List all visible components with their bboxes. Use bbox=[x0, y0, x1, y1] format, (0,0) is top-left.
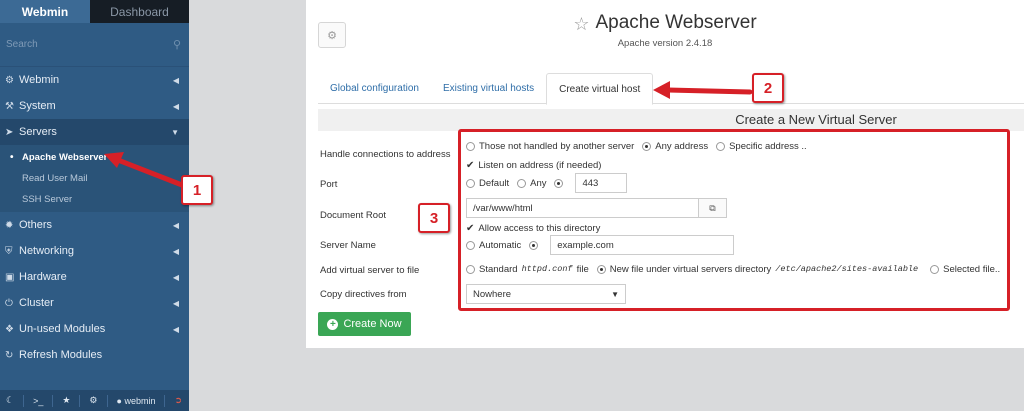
menu-label: Un-used Modules bbox=[19, 323, 106, 335]
sidebar: Webmin Dashboard ⚲ ⚙ Webmin ◀ ⚒ System ◀ ➤ Se… bbox=[0, 0, 189, 411]
annotation-highlight-box bbox=[458, 129, 1010, 311]
shield-icon: ⛨ bbox=[5, 245, 13, 257]
user-name: webmin bbox=[124, 395, 156, 406]
menu-label: Webmin bbox=[19, 74, 60, 86]
label-copy-directives: Copy directives from bbox=[320, 289, 407, 300]
menu-label: Hardware bbox=[19, 271, 67, 283]
chevron-left-icon: ◀ bbox=[172, 272, 179, 282]
terminal-icon[interactable]: >_ bbox=[33, 396, 43, 406]
sub-item-label: SSH Server bbox=[22, 194, 73, 205]
label-add-to-file: Add virtual server to file bbox=[320, 265, 420, 276]
form-heading: Create a New Virtual Server bbox=[318, 109, 1024, 131]
create-now-button[interactable]: + Create Now bbox=[318, 312, 411, 336]
label-server-name: Server Name bbox=[320, 240, 376, 251]
chevron-left-icon: ◀ bbox=[172, 75, 179, 85]
label-document-root: Document Root bbox=[320, 210, 387, 221]
menu-cluster[interactable]: ⏻ Cluster ◀ bbox=[0, 290, 189, 316]
menu-label: System bbox=[19, 100, 56, 112]
chevron-left-icon: ◀ bbox=[172, 324, 179, 334]
moon-icon[interactable]: ☾ bbox=[6, 395, 14, 406]
cogs-icon[interactable]: ⚙ bbox=[89, 395, 97, 406]
menu-servers[interactable]: ➤ Servers ▼ bbox=[0, 119, 189, 145]
search-input[interactable] bbox=[6, 39, 173, 50]
annotation-badge-3: 3 bbox=[418, 203, 450, 233]
refresh-icon: ↻ bbox=[5, 349, 14, 361]
gear-icon: ⚙ bbox=[5, 74, 14, 86]
favorite-star-icon[interactable]: ☆ bbox=[573, 14, 589, 34]
sidebar-search: ⚲ bbox=[0, 23, 189, 67]
label-port: Port bbox=[320, 179, 338, 190]
cog-icon: ✹ bbox=[5, 219, 14, 231]
logout-icon[interactable]: ➲ bbox=[174, 395, 182, 406]
label-handle-connections: Handle connections to address bbox=[320, 149, 451, 160]
menu-label: Servers bbox=[19, 126, 57, 138]
servers-submenu: • Apache Webserver Read User Mail SSH Ser… bbox=[0, 145, 189, 212]
tab-dashboard[interactable]: Dashboard bbox=[90, 0, 189, 23]
search-icon[interactable]: ⚲ bbox=[173, 38, 181, 51]
menu-refresh-modules[interactable]: ↻ Refresh Modules bbox=[0, 342, 189, 368]
chevron-left-icon: ◀ bbox=[172, 220, 179, 230]
annotation-badge-1: 1 bbox=[181, 175, 213, 205]
sub-item-read-user-mail[interactable]: Read User Mail bbox=[0, 168, 189, 189]
tab-create-virtual-host[interactable]: Create virtual host bbox=[546, 73, 654, 105]
sidebar-tabs: Webmin Dashboard bbox=[0, 0, 189, 23]
plus-icon: + bbox=[327, 318, 339, 330]
page-subtitle: Apache version 2.4.18 bbox=[617, 38, 713, 49]
power-icon: ⏻ bbox=[5, 297, 13, 309]
menu-others[interactable]: ✹ Others ◀ bbox=[0, 212, 189, 238]
menu-hardware[interactable]: ▣ Hardware ◀ bbox=[0, 264, 189, 290]
header: ☆ Apache Webserver Apache version 2.4.18 bbox=[306, 12, 1024, 49]
menu-label: Refresh Modules bbox=[19, 349, 103, 361]
main-panel: ⚙ ☆ Apache Webserver Apache version 2.4.1… bbox=[306, 0, 1024, 348]
menu-system[interactable]: ⚒ System ◀ bbox=[0, 93, 189, 119]
user-icon: ● bbox=[116, 395, 122, 406]
menu-networking[interactable]: ⛨ Networking ◀ bbox=[0, 238, 189, 264]
user-button[interactable]: ● webmin bbox=[117, 396, 156, 406]
rocket-icon: ➤ bbox=[5, 126, 14, 138]
module-tabs: Global configuration Existing virtual ho… bbox=[318, 73, 1024, 105]
chevron-left-icon: ◀ bbox=[172, 246, 179, 256]
sub-item-ssh-server[interactable]: SSH Server bbox=[0, 189, 189, 210]
button-label: Create Now bbox=[343, 318, 402, 330]
page-title: Apache Webserver bbox=[595, 12, 757, 33]
chevron-left-icon: ◀ bbox=[172, 298, 179, 308]
bullet-icon: • bbox=[10, 152, 14, 163]
menu-label: Others bbox=[19, 219, 53, 231]
menu-unused-modules[interactable]: ❖ Un-used Modules ◀ bbox=[0, 316, 189, 342]
hdd-icon: ▣ bbox=[5, 271, 15, 283]
tab-existing-virtual-hosts[interactable]: Existing virtual hosts bbox=[431, 73, 546, 104]
puzzle-icon: ❖ bbox=[5, 323, 14, 335]
menu-webmin[interactable]: ⚙ Webmin ◀ bbox=[0, 67, 189, 93]
menu-label: Cluster bbox=[19, 297, 54, 309]
sidebar-menu: ⚙ Webmin ◀ ⚒ System ◀ ➤ Servers ▼ • Apache Webs… bbox=[0, 67, 189, 368]
tab-global-configuration[interactable]: Global configuration bbox=[318, 73, 431, 104]
sub-item-label: Apache Webserver bbox=[22, 152, 108, 163]
sub-item-label: Read User Mail bbox=[22, 173, 88, 184]
chevron-down-icon: ▼ bbox=[171, 127, 179, 137]
star-icon[interactable]: ★ bbox=[62, 395, 70, 406]
sub-item-apache[interactable]: • Apache Webserver bbox=[0, 147, 189, 168]
menu-label: Networking bbox=[19, 245, 75, 257]
chevron-left-icon: ◀ bbox=[172, 101, 179, 111]
annotation-badge-2: 2 bbox=[752, 73, 784, 103]
sidebar-bottom-bar: ☾ >_ ★ ⚙ ● webmin ➲ bbox=[0, 390, 189, 411]
tab-webmin[interactable]: Webmin bbox=[0, 0, 90, 23]
wrench-icon: ⚒ bbox=[5, 100, 14, 112]
